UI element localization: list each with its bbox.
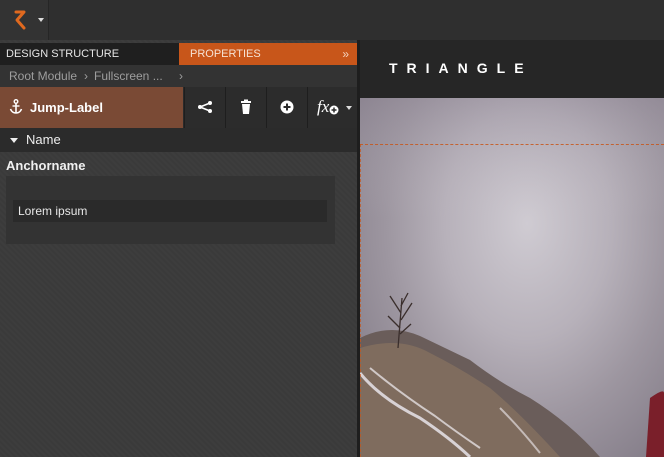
app-topbar — [0, 0, 664, 40]
anchor-icon — [9, 99, 23, 114]
section-title: Name — [26, 132, 61, 147]
function-button[interactable]: fx — [307, 87, 358, 128]
selection-guide-horizontal — [360, 144, 664, 145]
properties-panel: DESIGN STRUCTURE PROPERTIES » Root Modul… — [0, 40, 358, 457]
hero-landscape — [360, 98, 664, 457]
add-icon — [280, 100, 294, 114]
add-button[interactable] — [266, 87, 307, 128]
tab-properties[interactable]: PROPERTIES » — [179, 43, 357, 65]
preview-navbar: TRIANGLE — [360, 40, 664, 98]
anchorname-input[interactable] — [13, 200, 327, 222]
connect-button[interactable] — [184, 87, 225, 128]
selection-guide-vertical — [360, 144, 361, 457]
tab-properties-label: PROPERTIES — [190, 48, 261, 60]
breadcrumb-item-fullscreen[interactable]: Fullscreen ... — [94, 65, 163, 87]
breadcrumb-separator: › — [84, 69, 88, 83]
section-name-header[interactable]: Name — [0, 128, 357, 152]
share-icon — [198, 101, 212, 113]
hero-image — [360, 98, 664, 457]
chevron-down-icon — [346, 106, 352, 110]
selected-element-name: Jump-Label — [30, 100, 103, 115]
chevron-down-icon — [38, 18, 44, 22]
brand-logo-icon — [14, 10, 26, 30]
trash-icon — [241, 99, 251, 114]
anchorname-field-container — [6, 176, 335, 244]
breadcrumb-separator: › — [179, 69, 183, 83]
function-icon: fx — [317, 98, 339, 116]
panel-tabs: DESIGN STRUCTURE PROPERTIES » — [0, 43, 357, 65]
preview-brand: TRIANGLE — [389, 60, 533, 76]
element-toolbar: Jump-Label fx — [0, 87, 358, 128]
breadcrumb: Root Module › Fullscreen ... › — [0, 65, 357, 87]
app-menu-button[interactable] — [0, 0, 49, 40]
collapse-triangle-icon — [10, 138, 18, 143]
tab-design-structure[interactable]: DESIGN STRUCTURE — [0, 43, 178, 65]
anchorname-label: Anchorname — [6, 158, 86, 173]
selected-element-header: Jump-Label — [0, 87, 183, 128]
delete-button[interactable] — [225, 87, 266, 128]
page-preview: TRIANGLE — [360, 40, 664, 457]
breadcrumb-item-root-module[interactable]: Root Module — [9, 65, 77, 87]
collapse-panel-icon[interactable]: » — [342, 43, 349, 65]
tab-design-structure-label: DESIGN STRUCTURE — [6, 48, 120, 60]
svg-text:fx: fx — [317, 98, 330, 116]
